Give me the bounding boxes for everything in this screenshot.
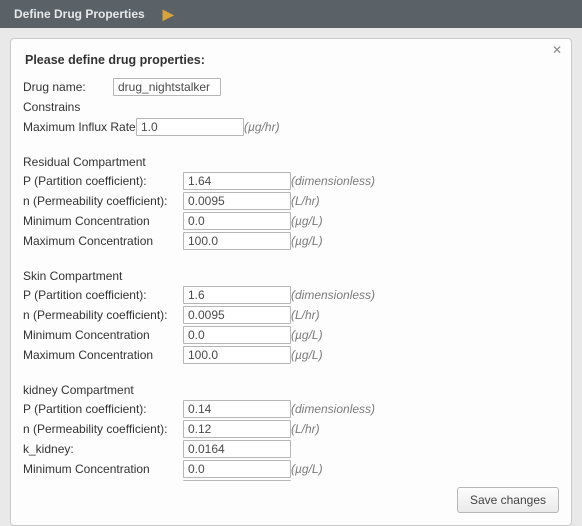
skin-p-label: P (Partition coefficient): (23, 288, 183, 302)
residual-max-unit: (µg/L) (291, 234, 323, 248)
max-influx-input[interactable] (136, 118, 244, 136)
kidney-k-label: k_kidney: (23, 442, 183, 456)
kidney-min-input[interactable] (183, 460, 291, 478)
kidney-n-label: n (Permeability coefficient): (23, 422, 183, 436)
skin-n-input[interactable] (183, 306, 291, 324)
kidney-min-unit: (µg/L) (291, 462, 323, 476)
drugname-input[interactable] (113, 78, 221, 96)
kidney-min-label: Minimum Concentration (23, 462, 183, 476)
residual-p-label: P (Partition coefficient): (23, 174, 183, 188)
close-icon[interactable]: ✕ (549, 43, 565, 59)
skin-title: Skin Compartment (23, 269, 559, 283)
kidney-p-label: P (Partition coefficient): (23, 402, 183, 416)
residual-max-label: Maximum Concentration (23, 234, 183, 248)
kidney-n-unit: (L/hr) (291, 422, 320, 436)
dialog: ✕ Please define drug properties: Drug na… (10, 38, 572, 526)
skin-max-label: Maximum Concentration (23, 348, 183, 362)
residual-p-unit: (dimensionless) (291, 174, 375, 188)
skin-min-input[interactable] (183, 326, 291, 344)
residual-min-label: Minimum Concentration (23, 214, 183, 228)
skin-p-input[interactable] (183, 286, 291, 304)
drugname-label: Drug name: (23, 80, 113, 94)
top-bar: Define Drug Properties ▶ (0, 0, 582, 28)
kidney-p-unit: (dimensionless) (291, 402, 375, 416)
max-influx-label: Maximum Influx Rate (23, 120, 136, 134)
residual-title: Residual Compartment (23, 155, 559, 169)
skin-p-unit: (dimensionless) (291, 288, 375, 302)
save-button[interactable]: Save changes (457, 487, 559, 513)
constraints-label: Constrains (23, 100, 183, 114)
residual-max-input[interactable] (183, 232, 291, 250)
residual-n-input[interactable] (183, 192, 291, 210)
play-icon[interactable]: ▶ (163, 7, 174, 21)
kidney-p-input[interactable] (183, 400, 291, 418)
skin-n-label: n (Permeability coefficient): (23, 308, 183, 322)
skin-max-input[interactable] (183, 346, 291, 364)
kidney-title: kidney Compartment (23, 383, 559, 397)
skin-min-unit: (µg/L) (291, 328, 323, 342)
dialog-scroll[interactable]: Please define drug properties: Drug name… (17, 45, 565, 481)
kidney-n-input[interactable] (183, 420, 291, 438)
kidney-k-input[interactable] (183, 440, 291, 458)
residual-p-input[interactable] (183, 172, 291, 190)
max-influx-unit: (µg/hr) (244, 120, 280, 134)
skin-n-unit: (L/hr) (291, 308, 320, 322)
skin-max-unit: (µg/L) (291, 348, 323, 362)
residual-min-input[interactable] (183, 212, 291, 230)
topbar-title: Define Drug Properties (14, 7, 145, 21)
residual-n-unit: (L/hr) (291, 194, 320, 208)
dialog-heading: Please define drug properties: (23, 49, 559, 77)
residual-n-label: n (Permeability coefficient): (23, 194, 183, 208)
residual-min-unit: (µg/L) (291, 214, 323, 228)
skin-min-label: Minimum Concentration (23, 328, 183, 342)
